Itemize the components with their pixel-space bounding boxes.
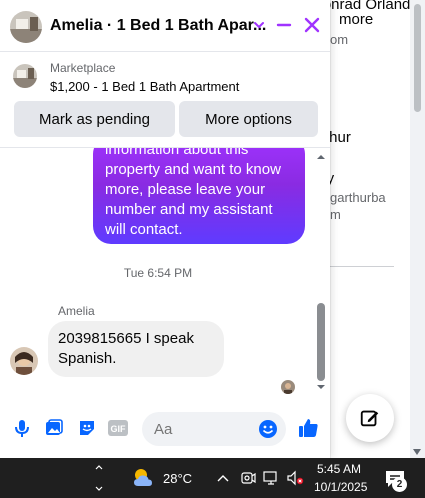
message-line: property and want to know [105, 161, 281, 178]
profile-photo-icon [281, 380, 295, 394]
scroll-down-arrow-icon[interactable] [315, 382, 327, 392]
background-line: garthurba [330, 190, 386, 205]
read-receipt-avatar [281, 380, 295, 394]
taskbar-scroll-control[interactable] [92, 460, 106, 496]
listing-price[interactable]: $1,200 - 1 Bed 1 Bath Apartment [50, 79, 239, 94]
weather-icon[interactable] [130, 466, 156, 490]
background-line: m [330, 207, 341, 222]
temperature[interactable]: 28°C [163, 471, 192, 486]
microphone-icon[interactable] [10, 416, 34, 440]
more-options-button[interactable]: More options [179, 101, 318, 137]
listing-source-label: Marketplace [50, 61, 116, 75]
gif-icon[interactable]: GIF [106, 416, 130, 440]
avatar[interactable] [10, 11, 42, 43]
notification-count-badge: 2 [392, 477, 407, 492]
message-line: 2039815665 I speak [58, 330, 194, 347]
mark-as-pending-button[interactable]: Mark as pending [14, 101, 175, 137]
background-line: om [330, 32, 349, 47]
screen: Conrad Orlando more om rthur iny garthur… [0, 0, 425, 498]
message-thread[interactable]: information about this property and want… [0, 148, 330, 398]
background-line: more [339, 11, 374, 28]
close-icon[interactable] [301, 14, 323, 36]
minimize-icon[interactable] [273, 14, 295, 36]
incoming-message[interactable]: 2039815665 I speak Spanish. [48, 321, 224, 377]
clock-time[interactable]: 5:45 AM [317, 462, 361, 476]
camera-icon[interactable] [240, 470, 256, 486]
chevron-down-icon[interactable] [248, 14, 270, 36]
chat-window: Amelia · 1 Bed 1 Bath Apar... Marketplac… [0, 0, 330, 458]
chat-title[interactable]: Amelia · 1 Bed 1 Bath Apar... [50, 17, 266, 35]
profile-photo-icon [10, 347, 38, 375]
clock-date[interactable]: 10/1/2025 [314, 480, 367, 494]
compose-icon [360, 410, 379, 427]
message-line: more, please leave your [105, 181, 266, 198]
sender-name: Amelia [58, 304, 95, 318]
message-line: Spanish. [58, 350, 117, 367]
chat-header[interactable]: Amelia · 1 Bed 1 Bath Apar... [0, 0, 330, 52]
photo-icon[interactable] [42, 416, 66, 440]
thumbs-up-icon[interactable] [296, 416, 320, 440]
message-line: number and my assistant [105, 201, 273, 218]
sticker-icon[interactable] [75, 416, 99, 440]
page-scrollbar[interactable] [410, 0, 425, 458]
emoji-icon[interactable] [256, 417, 280, 441]
sender-avatar[interactable] [10, 347, 38, 375]
new-message-button[interactable] [346, 394, 394, 442]
volume-muted-icon[interactable] [286, 470, 304, 486]
listing-thumbnail[interactable] [13, 64, 37, 88]
page-scrollbar-thumb[interactable] [414, 4, 421, 112]
taskbar: 28°C 5:45 AM 10/1/2025 2 [0, 458, 425, 498]
thread-scrollbar-thumb[interactable] [317, 303, 325, 381]
marketplace-listing: Marketplace $1,200 - 1 Bed 1 Bath Apartm… [0, 52, 330, 148]
listing-photo-icon [13, 64, 37, 88]
message-composer: GIF [0, 402, 330, 454]
chevron-up-icon[interactable] [216, 471, 230, 485]
message-line: information about this [105, 148, 249, 158]
scroll-up-arrow-icon[interactable] [315, 152, 327, 162]
timestamp: Tue 6:54 PM [123, 266, 193, 280]
thread-scrollbar[interactable] [315, 148, 327, 398]
outgoing-message[interactable]: information about this property and want… [93, 148, 305, 244]
svg-text:GIF: GIF [111, 424, 127, 434]
network-icon[interactable] [263, 470, 279, 486]
message-line: will contact. [105, 221, 183, 238]
scroll-down-arrow-icon[interactable] [413, 449, 421, 455]
listing-photo-icon [10, 11, 42, 43]
